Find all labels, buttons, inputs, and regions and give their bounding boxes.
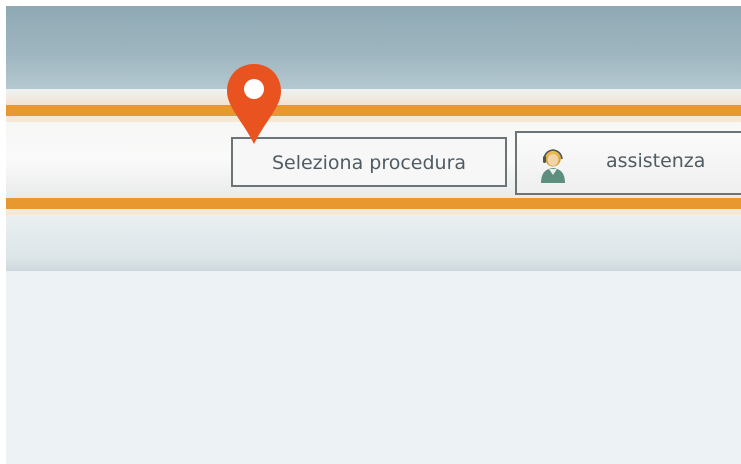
header-light-strip xyxy=(6,89,741,105)
sub-header-band xyxy=(6,215,741,271)
application-page: Seleziona procedura assistenza xyxy=(0,0,741,464)
top-orange-accent-line xyxy=(6,105,741,116)
bottom-orange-accent-line xyxy=(6,198,741,209)
support-person-icon xyxy=(541,149,565,183)
main-content-area xyxy=(6,271,741,464)
top-header-band xyxy=(6,6,741,89)
assistance-button[interactable]: assistenza xyxy=(515,131,741,195)
location-pin-icon xyxy=(227,64,281,144)
assistance-button-label: assistenza xyxy=(606,150,706,172)
